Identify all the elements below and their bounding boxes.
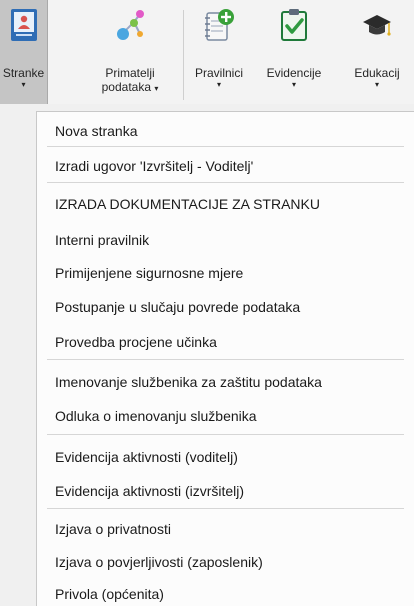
network-nodes-icon bbox=[117, 10, 144, 40]
graduation-cap-icon bbox=[363, 15, 391, 36]
ribbon-separator bbox=[183, 10, 184, 100]
pravilnici-label: Pravilnici bbox=[194, 66, 243, 80]
stranke-dropdown-menu: Nova stranka Izradi ugovor 'Izvršitelj -… bbox=[36, 111, 414, 606]
menu-item-izjava-privatnost[interactable]: Izjava o privatnosti bbox=[55, 520, 171, 538]
menu-item-povreda-podataka[interactable]: Postupanje u slučaju povrede podataka bbox=[55, 298, 300, 316]
menu-item-sigurnosne-mjere[interactable]: Primijenjene sigurnosne mjere bbox=[55, 264, 243, 282]
evidencije-button[interactable]: Evidencije ▾ bbox=[255, 0, 333, 104]
chevron-down-icon: ▾ bbox=[154, 84, 159, 93]
menu-divider bbox=[47, 146, 404, 147]
chevron-down-icon: ▾ bbox=[374, 80, 379, 89]
primatelji-label-line1: Primatelji bbox=[105, 66, 155, 80]
client-card-icon bbox=[10, 9, 37, 41]
evidencije-label: Evidencije bbox=[266, 66, 322, 80]
menu-divider bbox=[47, 182, 404, 183]
menu-item-izjava-povjerljivost[interactable]: Izjava o povjerljivosti (zaposlenik) bbox=[55, 553, 263, 571]
primatelji-label: Primatelji podataka ▾ bbox=[87, 66, 173, 96]
menu-divider bbox=[47, 434, 404, 435]
stranke-label: Stranke bbox=[2, 66, 45, 80]
stranke-button[interactable]: Stranke ▾ bbox=[0, 0, 48, 104]
primatelji-podataka-button[interactable]: Primatelji podataka ▾ bbox=[87, 0, 173, 104]
chevron-down-icon: ▾ bbox=[291, 80, 296, 89]
menu-item-evidencija-izvrsitelj[interactable]: Evidencija aktivnosti (izvršitelj) bbox=[55, 482, 244, 500]
pravilnici-button[interactable]: Pravilnici ▾ bbox=[191, 0, 247, 104]
menu-item-evidencija-voditelj[interactable]: Evidencija aktivnosti (voditelj) bbox=[55, 448, 238, 466]
menu-item-izrada-dokumentacije[interactable]: IZRADA DOKUMENTACIJE ZA STRANKU bbox=[55, 195, 320, 213]
checklist-icon bbox=[281, 9, 307, 41]
menu-item-izradi-ugovor[interactable]: Izradi ugovor 'Izvršitelj - Voditelj' bbox=[55, 157, 253, 175]
primatelji-label-line2: podataka bbox=[101, 80, 152, 94]
menu-item-interni-pravilnik[interactable]: Interni pravilnik bbox=[55, 231, 149, 249]
chevron-down-icon: ▾ bbox=[216, 80, 221, 89]
menu-item-procjena-ucinka[interactable]: Provedba procjene učinka bbox=[55, 333, 217, 351]
edukacija-label: Edukacij bbox=[354, 66, 400, 80]
chevron-down-icon: ▾ bbox=[21, 80, 26, 89]
menu-divider bbox=[47, 508, 404, 509]
menu-item-imenovanje-sluzbenika[interactable]: Imenovanje službenika za zaštitu podatak… bbox=[55, 373, 322, 391]
menu-item-privola[interactable]: Privola (općenita) bbox=[55, 585, 164, 603]
ribbon-toolbar: Stranke ▾ Primatelji podataka ▾ Pravilni… bbox=[0, 0, 414, 104]
menu-item-odluka-imenovanje[interactable]: Odluka o imenovanju službenika bbox=[55, 407, 257, 425]
primatelji-label-line2-row: podataka ▾ bbox=[87, 80, 173, 96]
edukacija-button[interactable]: Edukacij ▾ bbox=[340, 0, 414, 104]
notebook-add-icon bbox=[205, 9, 234, 41]
menu-item-nova-stranka[interactable]: Nova stranka bbox=[55, 122, 137, 140]
menu-divider bbox=[47, 359, 404, 360]
